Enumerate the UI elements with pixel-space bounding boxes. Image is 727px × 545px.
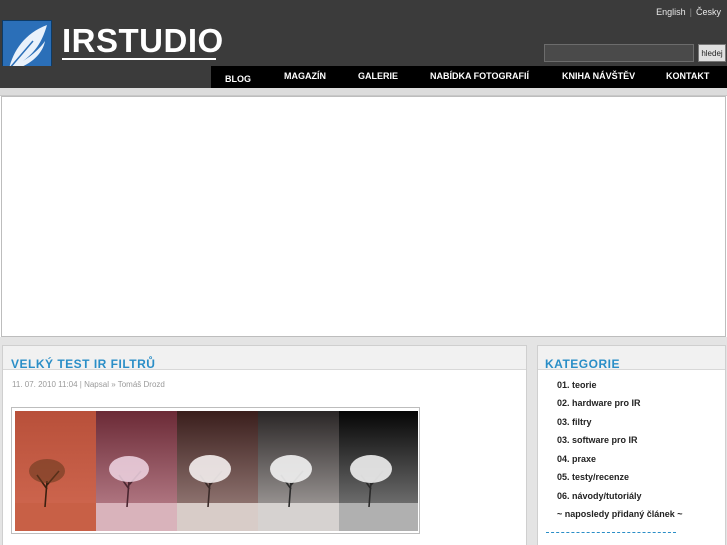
- lang-czech-link[interactable]: Česky: [696, 7, 721, 17]
- nav-item-kontakt[interactable]: KONTAKT: [666, 66, 709, 88]
- category-link-hardware[interactable]: 02. hardware pro IR: [557, 398, 641, 408]
- category-link-navody[interactable]: 06. návody/tutoriály: [557, 491, 642, 501]
- nav-item-galerie[interactable]: GALERIE: [358, 66, 398, 88]
- category-link-teorie[interactable]: 01. teorie: [557, 380, 597, 390]
- article-panel: VELKÝ TEST IR FILTRŮ 11. 07. 2010 11:04 …: [2, 345, 527, 545]
- nav-item-magazin[interactable]: MAGAZÍN: [284, 66, 326, 88]
- title-underline: [62, 58, 216, 60]
- sidebar-title: KATEGORIE: [545, 357, 620, 371]
- category-link-testy[interactable]: 05. testy/recenze: [557, 472, 629, 482]
- categories-sidebar: KATEGORIE 01. teorie 02. hardware pro IR…: [537, 345, 726, 545]
- banner-area: [1, 96, 726, 337]
- site-title[interactable]: IRSTUDIO: [62, 22, 224, 60]
- search-button[interactable]: hledej: [698, 44, 726, 62]
- category-link-filtry[interactable]: 03. filtry: [557, 417, 592, 427]
- nav-underbar: [0, 88, 727, 96]
- nav-item-nabidka-fotografii[interactable]: NABÍDKA FOTOGRAFIÍ: [430, 66, 529, 88]
- language-switcher: English | Česky: [656, 7, 721, 17]
- nav-item-kniha-navstev[interactable]: KNIHA NÁVŠTĚV: [562, 66, 635, 88]
- header: IRSTUDIO English | Česky hledej: [0, 0, 727, 72]
- sidebar-dashed-divider: [546, 532, 676, 533]
- infrared-tree-photo-strip-icon[interactable]: [11, 407, 420, 534]
- lang-separator: |: [689, 7, 692, 17]
- main-nav: BLOG MAGAZÍN GALERIE NABÍDKA FOTOGRAFIÍ …: [0, 66, 727, 88]
- nav-left-filler: [0, 66, 211, 88]
- search-input[interactable]: [544, 44, 694, 62]
- page: IRSTUDIO English | Česky hledej BLOG MAGAZ…: [0, 0, 727, 545]
- article-meta: 11. 07. 2010 11:04 | Napsal » Tomáš Droz…: [12, 380, 165, 389]
- category-link-software[interactable]: 03. software pro IR: [557, 435, 638, 445]
- category-link-praxe[interactable]: 04. praxe: [557, 454, 596, 464]
- category-link-latest[interactable]: ~ naposledy přidaný článek ~: [557, 509, 683, 519]
- article-title[interactable]: VELKÝ TEST IR FILTRŮ: [11, 357, 155, 371]
- logo-feather-icon[interactable]: [2, 20, 52, 72]
- lang-english-link[interactable]: English: [656, 7, 686, 17]
